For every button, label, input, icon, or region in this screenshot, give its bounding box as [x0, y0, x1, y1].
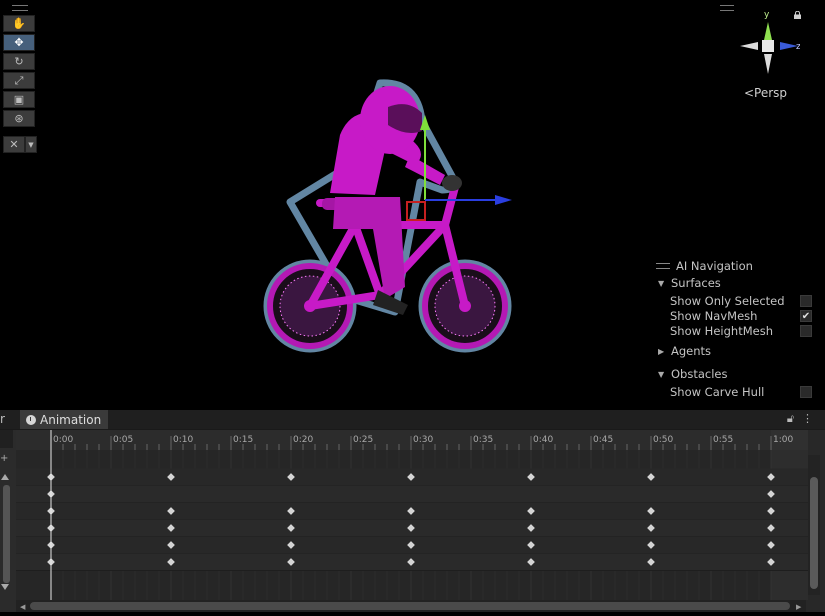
agents-foldout[interactable]: ▶ Agents [650, 343, 825, 359]
tab-animation-label: Animation [40, 412, 102, 427]
ruler-label: 0:10 [173, 435, 193, 445]
ruler-label: 0:35 [473, 435, 493, 445]
overlay-grip-icon[interactable] [720, 5, 734, 11]
ruler-label: 0:25 [353, 435, 373, 445]
rect-tool-button[interactable]: ▣ [3, 91, 35, 108]
projection-toggle[interactable]: <Persp [744, 86, 787, 100]
property-row[interactable] [16, 485, 808, 503]
ruler-label: 0:50 [653, 435, 673, 445]
scene-view[interactable]: ✋ ✥ ↻ ⤢ ▣ ⊛ ✕ ▼ y z <Persp AI Navigation… [0, 0, 825, 410]
hand-tool-button[interactable]: ✋ [3, 15, 35, 32]
lock-icon[interactable] [793, 11, 802, 19]
show-heightmesh-row: Show HeightMesh [650, 323, 825, 339]
neg-y-axis-cone-icon[interactable] [764, 54, 772, 74]
scale-tool-button[interactable]: ⤢ [3, 72, 35, 89]
tab-animation[interactable]: Animation [20, 410, 108, 429]
bicycle-rider-model[interactable] [260, 75, 530, 365]
ruler-label: 1:00 [773, 435, 793, 445]
overlay-header[interactable]: AI Navigation [656, 259, 753, 273]
tab-bar: r Animation 🔓︎ ⋮ [0, 410, 825, 430]
scene-tools-toolbar: ✋ ✥ ↻ ⤢ ▣ ⊛ [3, 15, 37, 129]
horizontal-scrollbar[interactable] [16, 600, 806, 612]
ruler-label: 0:05 [113, 435, 133, 445]
neg-x-axis-cone-icon[interactable] [740, 42, 758, 50]
rotate-tool-button[interactable]: ↻ [3, 53, 35, 70]
show-navmesh-label: Show NavMesh [670, 309, 758, 323]
scroll-right-arrow-icon[interactable]: ▶ [796, 603, 801, 611]
sidebar-controls: + [0, 430, 13, 590]
ruler-label: 0:55 [713, 435, 733, 445]
ruler-label: 0:40 [533, 435, 553, 445]
y-axis-label: y [764, 10, 770, 20]
custom-tool-dropdown[interactable]: ✕ ▼ [3, 136, 37, 153]
show-carve-hull-checkbox[interactable] [800, 386, 812, 398]
scroll-down-arrow-icon[interactable] [1, 584, 9, 590]
show-only-selected-checkbox[interactable] [800, 295, 812, 307]
x-axis-arrow-icon [495, 195, 512, 205]
obstacles-foldout[interactable]: ▼ Obstacles [650, 366, 825, 382]
animation-window: r Animation 🔓︎ ⋮ + 0:00 0:05 0:10 0:15 0:20 0… [0, 410, 825, 612]
ruler-label: 0:45 [593, 435, 613, 445]
show-heightmesh-checkbox[interactable] [800, 325, 812, 337]
show-only-selected-row: Show Only Selected [650, 293, 825, 309]
y-axis-cone-icon[interactable] [764, 22, 772, 40]
vertical-scrollbar[interactable] [808, 455, 820, 595]
ruler-label: 0:30 [413, 435, 433, 445]
ruler-label: 0:15 [233, 435, 253, 445]
obstacles-label: Obstacles [671, 367, 728, 381]
ruler-label: 0:20 [293, 435, 313, 445]
expanded-triangle-icon[interactable]: ▼ [658, 370, 668, 379]
overlay-title: AI Navigation [676, 259, 753, 273]
clock-icon [26, 414, 36, 425]
dopesheet-timeline[interactable]: 0:00 0:05 0:10 0:15 0:20 0:25 0:30 0:35 0:40 0:45… [16, 430, 808, 600]
z-axis-label: z [796, 42, 800, 52]
add-property-icon[interactable]: + [0, 453, 8, 464]
animation-sidebar-strip: + [0, 430, 17, 612]
surfaces-foldout[interactable]: ▼ Surfaces [650, 275, 825, 291]
ruler-label: 0:00 [53, 435, 73, 445]
lock-icon[interactable]: 🔓︎ [787, 412, 794, 426]
show-heightmesh-label: Show HeightMesh [670, 324, 773, 338]
expanded-triangle-icon[interactable]: ▼ [658, 279, 668, 288]
toolbar-grip-icon[interactable] [12, 5, 28, 11]
scroll-left-arrow-icon[interactable]: ◀ [20, 603, 25, 611]
show-navmesh-checkbox[interactable]: ✔ [800, 310, 812, 322]
show-only-selected-label: Show Only Selected [670, 294, 785, 308]
more-options-icon[interactable]: ⋮ [802, 412, 813, 426]
horizontal-scroll-thumb[interactable] [30, 602, 790, 610]
window-tools: 🔓︎ ⋮ [787, 412, 813, 426]
show-carve-hull-label: Show Carve Hull [670, 385, 765, 399]
vertical-scroll-thumb[interactable] [810, 477, 818, 589]
ai-navigation-overlay: AI Navigation ▼ Surfaces Show Only Selec… [650, 256, 825, 406]
scroll-up-arrow-icon[interactable] [1, 474, 9, 480]
collapsed-triangle-icon[interactable]: ▶ [658, 347, 668, 356]
show-navmesh-row: Show NavMesh ✔ [650, 308, 825, 324]
orientation-gizmo[interactable]: y z [738, 8, 800, 78]
center-cube-icon[interactable] [762, 40, 774, 52]
previous-tab[interactable]: r [0, 412, 5, 426]
sidebar-scroll-thumb[interactable] [3, 485, 10, 583]
chevron-down-icon[interactable]: ▼ [25, 136, 37, 153]
grip-icon[interactable] [656, 263, 670, 269]
transform-tool-button[interactable]: ⊛ [3, 110, 35, 127]
sidebar-field[interactable] [0, 430, 13, 448]
move-tool-button[interactable]: ✥ [3, 34, 35, 51]
surfaces-label: Surfaces [671, 276, 721, 290]
agents-label: Agents [671, 344, 712, 358]
tools-icon[interactable]: ✕ [3, 136, 25, 153]
show-carve-hull-row: Show Carve Hull [650, 384, 825, 400]
